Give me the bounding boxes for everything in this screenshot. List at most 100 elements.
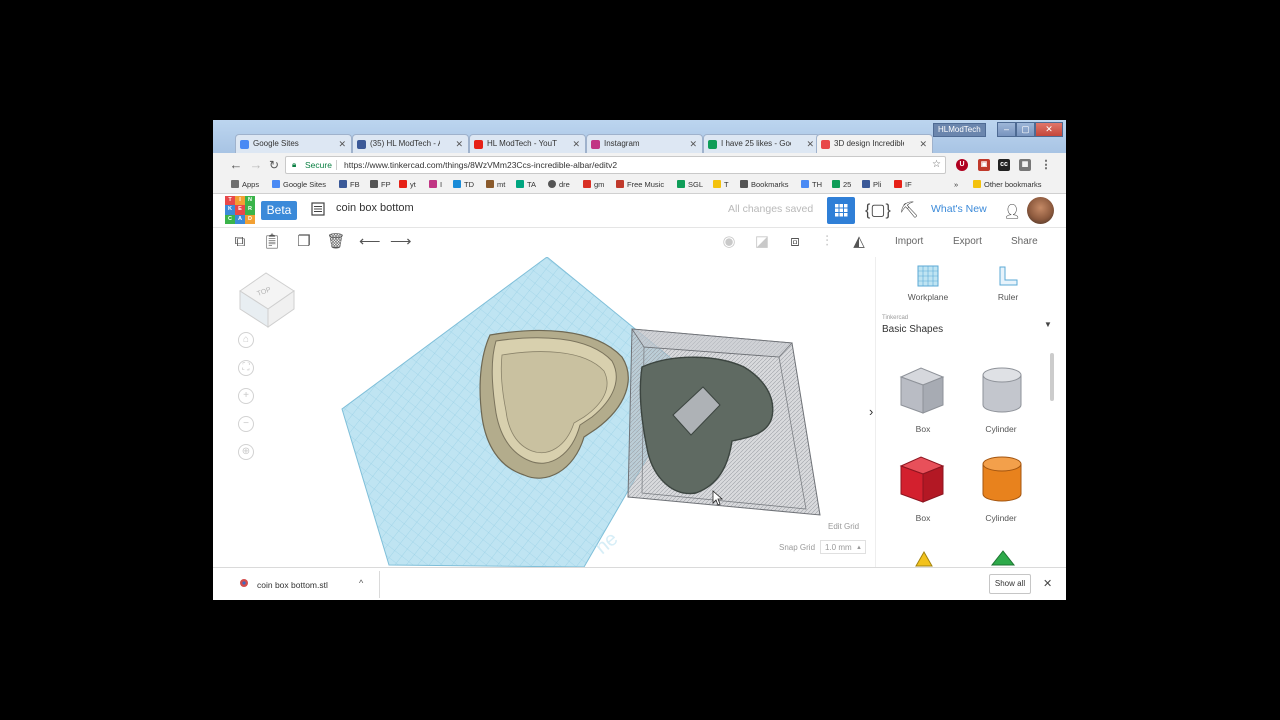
mirror-icon[interactable]: ◭ xyxy=(849,232,869,252)
snap-grid-select[interactable]: 1.0 mm ▲ xyxy=(820,540,866,554)
codeblocks-icon[interactable]: {▢} xyxy=(865,200,891,222)
import-button[interactable]: Import xyxy=(895,236,923,247)
show-all-button[interactable]: Show all xyxy=(989,574,1031,594)
home-view-icon[interactable]: ⌂ xyxy=(238,332,254,348)
tab-close-icon[interactable]: ✕ xyxy=(689,135,697,153)
library-dropdown[interactable]: Basic Shapes xyxy=(882,324,943,335)
shape-label: Cylinder xyxy=(985,513,1017,523)
redo-icon[interactable]: ⟶ xyxy=(390,232,412,252)
bookmark-yt[interactable]: yt xyxy=(399,177,416,193)
bookmark-bookmarks[interactable]: Bookmarks xyxy=(740,177,789,193)
delete-icon[interactable]: 🗑︎ xyxy=(326,232,346,252)
cylinder-shape-gray-icon[interactable] xyxy=(980,365,1024,415)
add-user-icon[interactable]: 👤︎ xyxy=(1001,200,1023,222)
ortho-view-icon[interactable]: ⊕ xyxy=(238,444,254,460)
bookmark-dre[interactable]: dre xyxy=(548,177,570,193)
3d-view-button[interactable] xyxy=(827,197,855,224)
workplane-icon[interactable] xyxy=(917,265,939,287)
align-icon[interactable]: ⫶ xyxy=(817,232,837,252)
bookmark-instagram[interactable]: I xyxy=(429,177,442,193)
paste-icon[interactable]: 📋︎ xyxy=(262,232,282,252)
tab-tinkercad[interactable]: 3D design Incredible ✕ xyxy=(816,134,933,154)
hide-icon[interactable]: ◪ xyxy=(752,232,772,252)
zoom-out-icon[interactable]: − xyxy=(238,416,254,432)
profile-badge[interactable]: HLModTech xyxy=(933,123,986,137)
box-shape-red-icon[interactable] xyxy=(897,454,947,504)
tab-google-sheets[interactable]: I have 25 likes - Goo ✕ xyxy=(703,134,820,153)
tab-close-icon[interactable]: ✕ xyxy=(338,135,346,153)
tab-close-icon[interactable]: ✕ xyxy=(919,135,927,153)
bookmark-fb[interactable]: FB xyxy=(339,177,360,193)
avatar[interactable] xyxy=(1027,197,1054,224)
bookmark-apps[interactable]: Apps xyxy=(231,177,259,193)
zoom-in-icon[interactable]: + xyxy=(238,388,254,404)
bookmark-ta[interactable]: TA xyxy=(516,177,536,193)
share-button[interactable]: Share xyxy=(1011,236,1038,247)
bookmark-gm[interactable]: gm xyxy=(583,177,604,193)
bookmark-th[interactable]: TH xyxy=(801,177,822,193)
bookmarks-overflow[interactable]: » xyxy=(954,177,958,193)
minimize-button[interactable]: – xyxy=(997,122,1016,137)
extension-gray-icon[interactable]: ▦ xyxy=(1019,159,1031,171)
other-bookmarks[interactable]: Other bookmarks xyxy=(973,177,1042,193)
bookmark-if[interactable]: IF xyxy=(894,177,912,193)
design-list-icon[interactable] xyxy=(311,202,325,216)
export-button[interactable]: Export xyxy=(953,236,982,247)
bookmark-pli[interactable]: Pli xyxy=(862,177,881,193)
bookmark-td[interactable]: TD xyxy=(453,177,474,193)
bookmark-25[interactable]: 25 xyxy=(832,177,851,193)
bookmark-sgl[interactable]: SGL xyxy=(677,177,703,193)
bookmark-free-music[interactable]: Free Music xyxy=(616,177,664,193)
omnibox[interactable]: 🔒︎ Secure https://www.tinkercad.com/thin… xyxy=(285,156,946,174)
bookmark-mt[interactable]: mt xyxy=(486,177,505,193)
undo-icon[interactable]: ⟵ xyxy=(359,232,381,252)
bookmark-google-sites[interactable]: Google Sites xyxy=(272,177,326,193)
tab-instagram[interactable]: Instagram ✕ xyxy=(586,134,703,153)
pyramid-shape-icon[interactable] xyxy=(990,549,1016,567)
ruler-icon[interactable] xyxy=(997,265,1019,287)
url-text[interactable]: https://www.tinkercad.com/things/8WzVMm2… xyxy=(344,157,617,173)
reload-icon[interactable]: ↻ xyxy=(266,157,282,173)
fit-view-icon[interactable]: ⛶ xyxy=(238,360,254,376)
bookmark-star-icon[interactable]: ☆ xyxy=(932,157,941,173)
cc-extension-icon[interactable]: cc xyxy=(998,159,1010,171)
extension-icon[interactable]: ▣ xyxy=(978,159,990,171)
maximize-button[interactable]: ▢ xyxy=(1016,122,1035,137)
back-icon[interactable]: ← xyxy=(228,157,244,173)
beta-badge[interactable]: Beta xyxy=(261,201,297,220)
bookmark-t[interactable]: T xyxy=(713,177,729,193)
download-item[interactable]: coin box bottom.stl xyxy=(257,580,328,590)
ublock-extension-icon[interactable]: U xyxy=(956,159,968,171)
forward-icon[interactable]: → xyxy=(248,157,264,173)
roof-shape-icon[interactable] xyxy=(914,550,934,567)
chevron-down-icon[interactable]: ▼ xyxy=(1044,320,1052,329)
tinkercad-logo[interactable]: TIN KER CAD xyxy=(225,196,255,224)
tab-close-icon[interactable]: ✕ xyxy=(806,135,814,153)
tab-facebook[interactable]: (35) HL ModTech - Ac ✕ xyxy=(352,134,469,153)
edit-grid-button[interactable]: Edit Grid xyxy=(828,522,859,531)
whats-new-link[interactable]: What's New xyxy=(931,203,987,215)
tab-youtube[interactable]: HL ModTech - YouTu ✕ xyxy=(469,134,586,153)
tab-google-sites[interactable]: Google Sites ✕ xyxy=(235,134,352,153)
note-icon[interactable]: ◉ xyxy=(719,232,739,252)
chevron-up-icon[interactable]: ^ xyxy=(359,578,363,588)
cylinder-shape-orange-icon[interactable] xyxy=(980,454,1024,504)
copy-icon[interactable]: ⧉ xyxy=(230,232,250,252)
group-icon[interactable]: ⧈ xyxy=(785,232,805,252)
mt-icon xyxy=(486,180,494,188)
close-icon[interactable]: ✕ xyxy=(1043,577,1052,590)
design-title[interactable]: coin box bottom xyxy=(336,202,414,214)
collapse-panel-icon[interactable]: › xyxy=(869,404,873,419)
youtube-favicon-icon xyxy=(474,140,483,149)
duplicate-icon[interactable]: ❐ xyxy=(294,232,314,252)
pickaxe-icon[interactable]: ⛏ xyxy=(898,200,920,222)
view-cube[interactable] xyxy=(239,272,295,328)
box-shape-gray-icon[interactable] xyxy=(897,365,947,415)
close-window-button[interactable]: ✕ xyxy=(1035,122,1063,137)
tab-close-icon[interactable]: ✕ xyxy=(455,135,463,153)
bookmark-fp[interactable]: FP xyxy=(370,177,391,193)
panel-scrollbar[interactable] xyxy=(1050,353,1054,401)
workplane-canvas[interactable]: ne TOP ⌂ ⛶ + − ⊕ Edit Grid Snap Grid 1.0… xyxy=(224,257,874,567)
chrome-menu-icon[interactable]: ⋮ xyxy=(1040,159,1052,171)
tab-close-icon[interactable]: ✕ xyxy=(572,135,580,153)
